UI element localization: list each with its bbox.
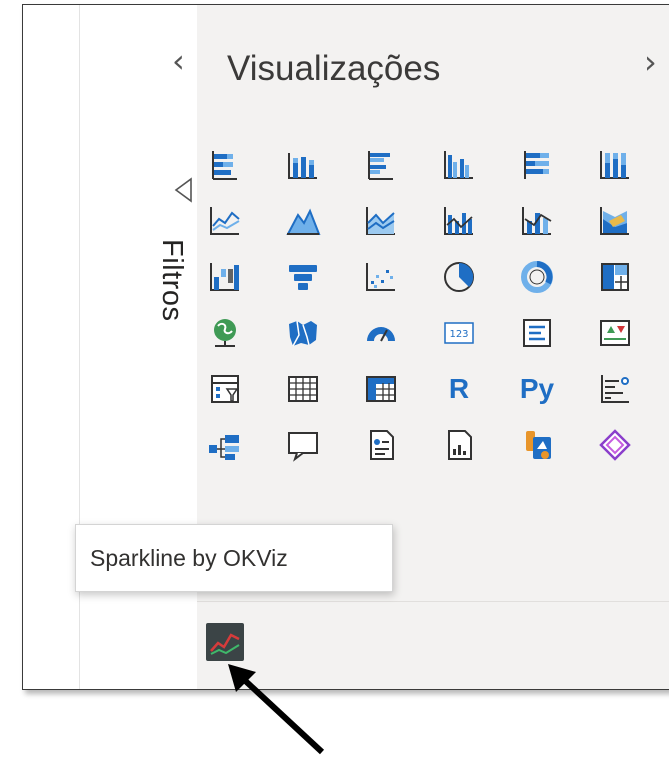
py-label: Py	[519, 373, 555, 404]
matrix-icon[interactable]	[361, 369, 401, 409]
power-automate-icon[interactable]	[595, 425, 635, 465]
line-chart-icon[interactable]	[205, 201, 245, 241]
clustered-bar-chart-icon[interactable]	[361, 145, 401, 185]
line-clustered-column-chart-icon[interactable]	[439, 201, 479, 241]
chevron-left-icon[interactable]: ‹	[172, 45, 185, 77]
sparkline-icon[interactable]	[206, 623, 244, 661]
r-script-visual-icon[interactable]: R	[439, 369, 479, 409]
pane-divider	[197, 601, 669, 602]
clustered-column-chart-icon[interactable]	[439, 145, 479, 185]
slicer-icon[interactable]	[205, 369, 245, 409]
stacked-area-chart-icon[interactable]	[361, 201, 401, 241]
decomposition-tree-icon[interactable]	[205, 425, 245, 465]
waterfall-chart-icon[interactable]	[205, 257, 245, 297]
funnel-icon[interactable]	[283, 257, 323, 297]
area-chart-icon[interactable]	[283, 201, 323, 241]
kpi-icon[interactable]	[595, 313, 635, 353]
pointer-arrow	[228, 664, 325, 755]
map-icon[interactable]	[205, 313, 245, 353]
line-stacked-column-chart-icon[interactable]	[517, 201, 557, 241]
key-influencers-icon[interactable]	[595, 369, 635, 409]
ribbon-chart-icon[interactable]	[595, 201, 635, 241]
paginated-report-icon[interactable]	[439, 425, 479, 465]
pie-chart-icon[interactable]	[439, 257, 479, 297]
100-stacked-column-chart-icon[interactable]	[595, 145, 635, 185]
r-label: R	[448, 373, 470, 404]
qa-icon[interactable]	[283, 425, 323, 465]
tooltip: Sparkline by OKViz	[75, 524, 393, 592]
smart-narrative-icon[interactable]	[361, 425, 401, 465]
treemap-icon[interactable]	[595, 257, 635, 297]
card-icon[interactable]: 123	[439, 313, 479, 353]
filter-icon	[173, 177, 193, 208]
scatter-chart-icon[interactable]	[361, 257, 401, 297]
gauge-icon[interactable]	[361, 313, 401, 353]
card-number: 123	[449, 329, 468, 340]
filled-map-icon[interactable]	[283, 313, 323, 353]
stacked-column-chart-icon[interactable]	[283, 145, 323, 185]
100-stacked-bar-chart-icon[interactable]	[517, 145, 557, 185]
chevron-right-icon[interactable]: ›	[644, 43, 657, 81]
stacked-bar-chart-icon[interactable]	[205, 145, 245, 185]
report-editor-panel: ‹ Filtros Visualizações › 123 R Py Spark…	[22, 4, 669, 690]
donut-chart-icon[interactable]	[517, 257, 557, 297]
multi-row-card-icon[interactable]	[517, 313, 557, 353]
table-icon[interactable]	[283, 369, 323, 409]
pane-title: Visualizações	[227, 49, 441, 88]
python-visual-icon[interactable]: Py	[517, 369, 557, 409]
filters-label[interactable]: Filtros	[155, 239, 188, 321]
power-apps-icon[interactable]	[517, 425, 557, 465]
